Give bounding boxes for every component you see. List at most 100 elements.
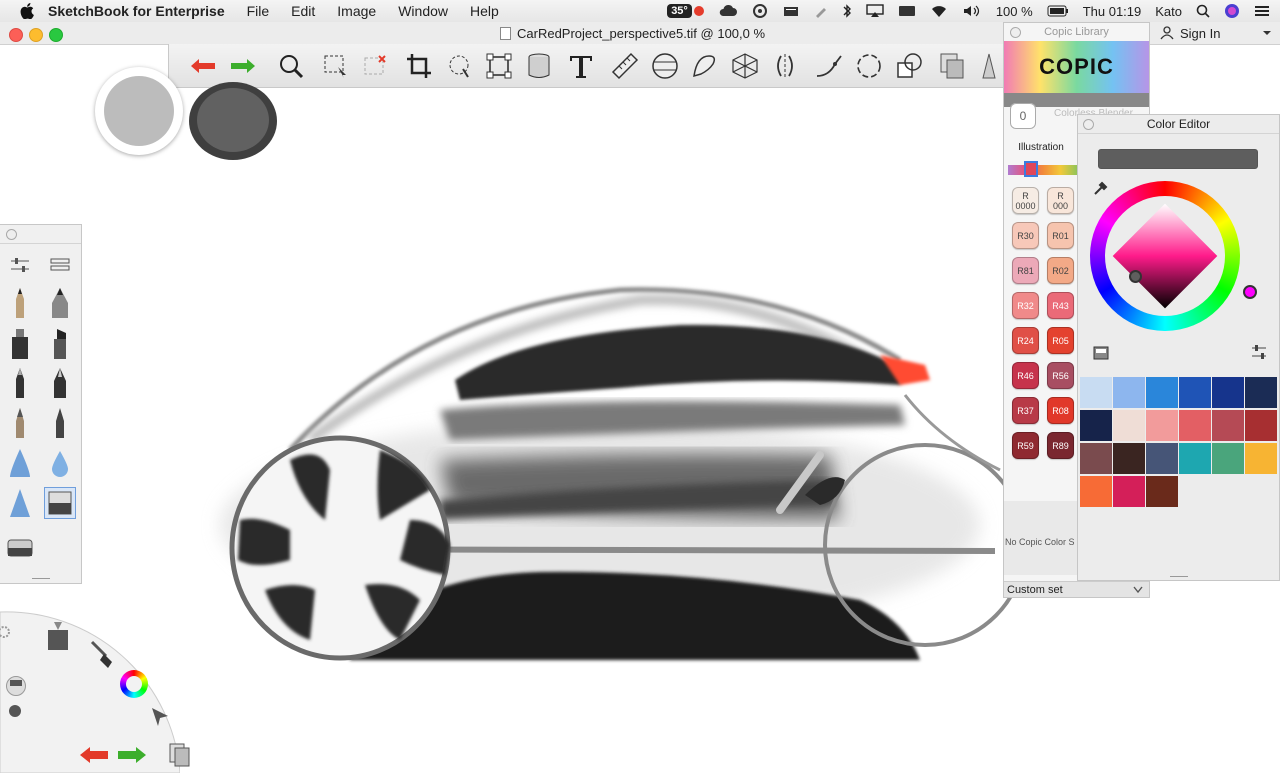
custom-set-dropdown[interactable]: Custom set — [1004, 581, 1149, 597]
perspective-button[interactable] — [731, 52, 759, 80]
undo-button[interactable] — [189, 52, 217, 80]
layers-button[interactable] — [939, 52, 967, 80]
french-curve-button[interactable] — [691, 52, 719, 80]
palette-swatch[interactable] — [1113, 377, 1145, 408]
lagoon-settings-icon[interactable] — [0, 624, 12, 640]
palette-swatch[interactable] — [1113, 476, 1145, 507]
palette-swatch[interactable] — [1179, 410, 1211, 441]
copic-swatch[interactable]: R43 — [1047, 292, 1074, 319]
lasso-button[interactable] — [445, 52, 473, 80]
clear-selection-button[interactable] — [361, 52, 389, 80]
palette-swatch[interactable] — [1113, 443, 1145, 474]
copic-swatch[interactable]: R08 — [1047, 397, 1074, 424]
brush-eraser-selected[interactable] — [44, 487, 76, 519]
secondary-color-puck[interactable] — [189, 82, 277, 160]
brush-fountain-pen[interactable] — [44, 367, 76, 399]
copic-swatch[interactable]: R02 — [1047, 257, 1074, 284]
symmetry-button[interactable] — [771, 52, 799, 80]
copic-swatch[interactable]: R30 — [1012, 222, 1039, 249]
ruler-button[interactable] — [611, 52, 639, 80]
brush-ballpoint[interactable] — [4, 367, 36, 399]
brush-airbrush[interactable] — [4, 447, 36, 479]
copic-set-name[interactable]: Illustration — [1004, 133, 1078, 163]
brush-soft-airbrush[interactable] — [4, 487, 36, 519]
copic-swatch[interactable]: R59 — [1012, 432, 1039, 459]
select-arrow-icon[interactable] — [148, 704, 172, 728]
color-wheel-icon[interactable] — [120, 670, 148, 698]
brush-chisel-marker[interactable] — [44, 327, 76, 359]
palette-swatch[interactable] — [1080, 476, 1112, 507]
brush-icon[interactable] — [88, 638, 114, 670]
palette-swatch[interactable] — [1179, 443, 1211, 474]
color-sliders-icon[interactable] — [1250, 343, 1268, 361]
copic-family-strip[interactable] — [1008, 165, 1078, 175]
palette-swatch[interactable] — [1212, 443, 1244, 474]
brush-marker[interactable] — [4, 327, 36, 359]
brush-palette-close-button[interactable] — [6, 229, 17, 240]
select-button[interactable] — [321, 52, 349, 80]
redo-button[interactable] — [229, 52, 257, 80]
fill-button[interactable] — [525, 52, 553, 80]
palette-swatch[interactable] — [1245, 410, 1277, 441]
current-color-bar[interactable] — [1098, 149, 1258, 169]
copic-swatch[interactable]: R 0000 — [1012, 187, 1039, 214]
palette-swatch[interactable] — [1212, 410, 1244, 441]
color-wheel[interactable] — [1090, 181, 1257, 331]
brush-fine-tip[interactable] — [44, 407, 76, 439]
predictive-stroke-button[interactable] — [855, 52, 883, 80]
palette-swatch[interactable] — [1179, 377, 1211, 408]
palette-swatch[interactable] — [1146, 476, 1178, 507]
shape-button[interactable] — [895, 52, 923, 80]
palette-swatch[interactable] — [1080, 377, 1112, 408]
text-button[interactable] — [567, 52, 595, 80]
primary-color-puck[interactable] — [95, 67, 183, 155]
palette-swatch[interactable] — [1146, 443, 1178, 474]
crop-button[interactable] — [405, 52, 433, 80]
palette-swatch[interactable] — [1212, 377, 1244, 408]
steady-stroke-button[interactable] — [815, 52, 843, 80]
palette-swatch[interactable] — [1146, 410, 1178, 441]
copic-swatch[interactable]: R24 — [1012, 327, 1039, 354]
zoom-button[interactable] — [277, 52, 305, 80]
eyedropper-icon[interactable] — [1092, 179, 1110, 197]
brush-paintbrush[interactable] — [4, 407, 36, 439]
sv-picker-handle[interactable] — [1129, 270, 1142, 283]
copic-swatch[interactable]: R37 — [1012, 397, 1039, 424]
brush-size-toggle[interactable] — [6, 676, 26, 696]
palette-swatch[interactable] — [1146, 377, 1178, 408]
copic-swatch[interactable]: R 000 — [1047, 187, 1074, 214]
brush-properties-button[interactable] — [4, 249, 36, 281]
copic-swatch[interactable]: R05 — [1047, 327, 1074, 354]
hue-picker-handle[interactable] — [1243, 285, 1257, 299]
copic-button[interactable] — [977, 52, 1005, 80]
transform-button[interactable] — [485, 52, 513, 80]
copic-swatch[interactable]: R46 — [1012, 362, 1039, 389]
toolbox-icon[interactable] — [44, 620, 72, 652]
palette-swatch[interactable] — [1113, 410, 1145, 441]
copic-library-close-button[interactable] — [1010, 27, 1021, 38]
lagoon-layers-icon[interactable] — [168, 742, 192, 768]
palette-swatch[interactable] — [1245, 443, 1277, 474]
brush-eraser[interactable] — [4, 531, 36, 563]
lagoon-redo-icon[interactable] — [116, 744, 148, 766]
color-editor-resize-handle[interactable] — [1170, 576, 1188, 577]
brush-water-drop[interactable] — [44, 447, 76, 479]
brush-palette-resize-handle[interactable] — [32, 578, 50, 579]
copic-swatch[interactable]: R01 — [1047, 222, 1074, 249]
color-editor-close-button[interactable] — [1083, 119, 1094, 130]
brush-ink-pen[interactable] — [44, 287, 76, 319]
copic-swatch[interactable]: R89 — [1047, 432, 1074, 459]
copic-family-selected[interactable] — [1024, 161, 1038, 177]
brush-library-button[interactable] — [44, 249, 76, 281]
ellipse-guide-button[interactable] — [651, 52, 679, 80]
copic-swatch[interactable]: R32 — [1012, 292, 1039, 319]
opacity-puck-icon[interactable] — [9, 705, 21, 717]
palette-swatch[interactable] — [1080, 443, 1112, 474]
copic-swatch[interactable]: R81 — [1012, 257, 1039, 284]
lagoon-undo-icon[interactable] — [78, 744, 110, 766]
copic-swatch[interactable]: R56 — [1047, 362, 1074, 389]
brush-pencil[interactable] — [4, 287, 36, 319]
colorless-blender-swatch[interactable]: 0 — [1010, 103, 1036, 129]
palette-swatch[interactable] — [1245, 377, 1277, 408]
palette-swatch[interactable] — [1080, 410, 1112, 441]
